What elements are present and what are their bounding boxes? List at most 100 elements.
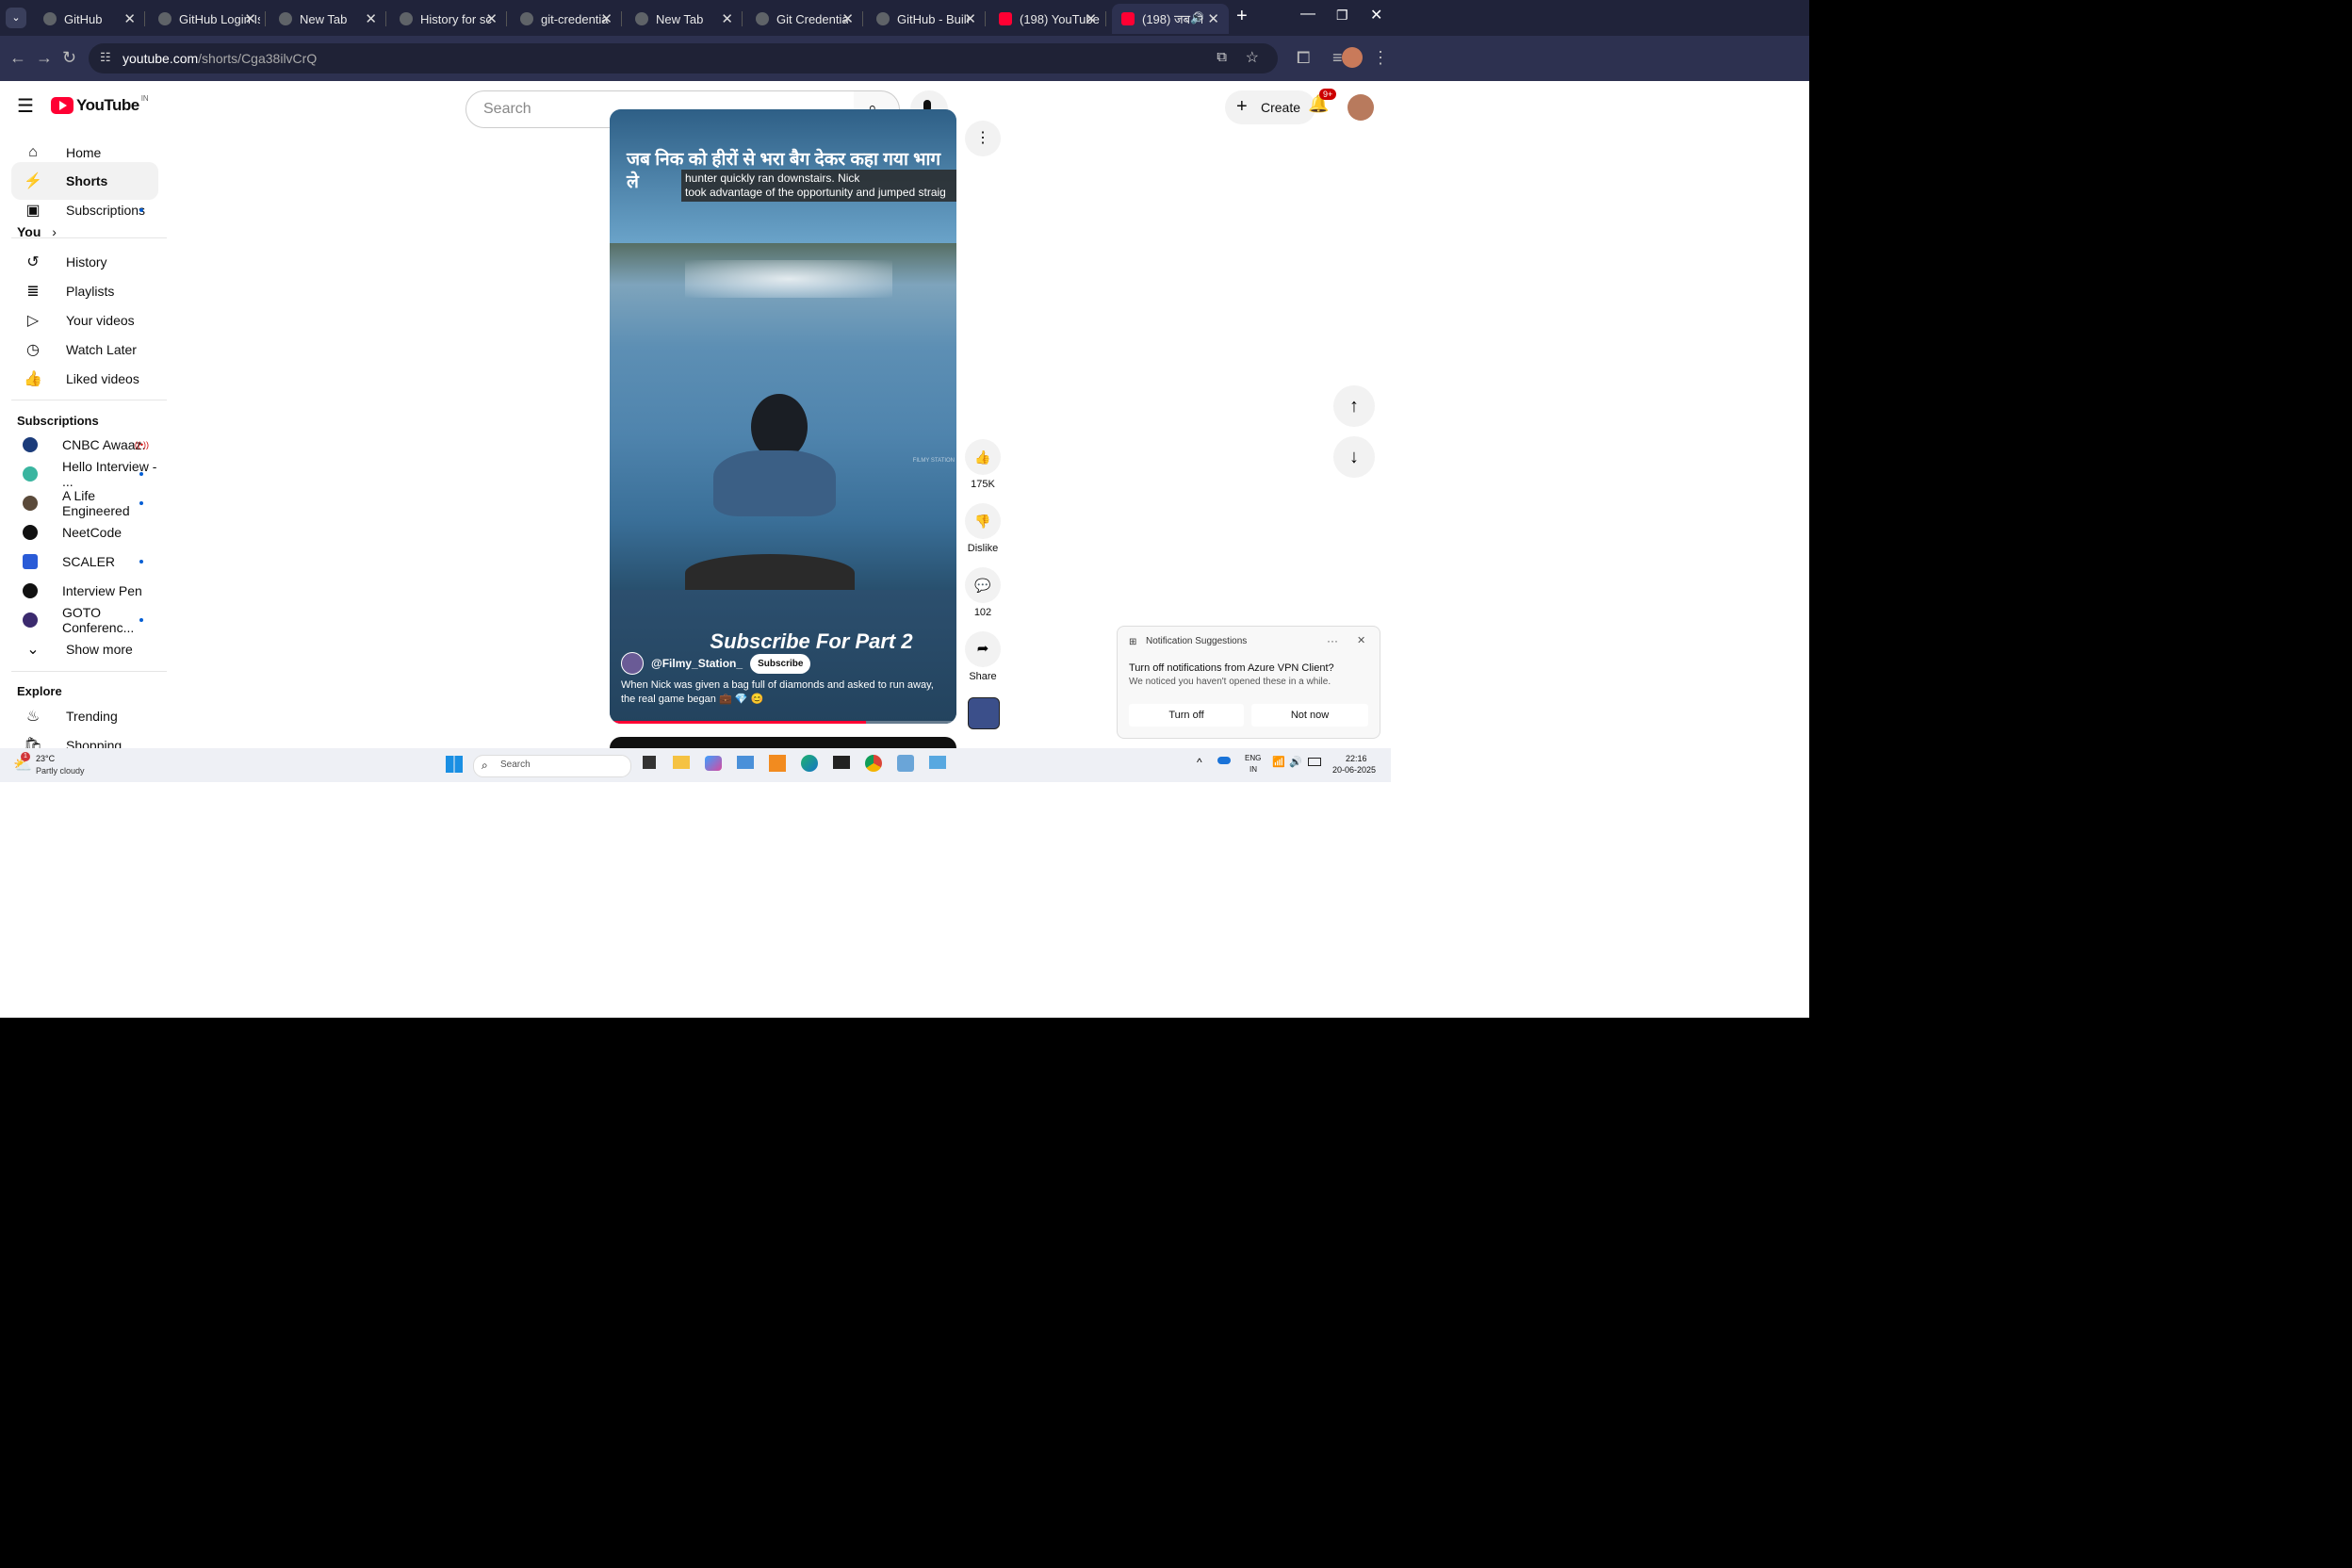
office-app-icon[interactable]	[769, 755, 786, 772]
browser-menu-icon[interactable]: ⋮	[1372, 48, 1389, 68]
extensions-icon[interactable]: ⧠	[1297, 48, 1310, 68]
subscribe-button[interactable]: Subscribe	[750, 653, 811, 674]
browser-tab[interactable]: GitHub ✕	[34, 4, 145, 34]
close-tab-icon[interactable]: ✕	[485, 10, 498, 27]
onedrive-icon[interactable]	[1217, 757, 1231, 764]
wifi-icon[interactable]: 📶	[1272, 756, 1285, 768]
profile-avatar-icon[interactable]	[1342, 47, 1363, 68]
browser-tab[interactable]: (198) YouTube ✕	[989, 4, 1106, 34]
more-options-icon[interactable]: ···	[1327, 634, 1338, 647]
close-tab-icon[interactable]: ✕	[964, 10, 976, 27]
browser-tab[interactable]: git-credential-ma ✕	[511, 4, 622, 34]
caption-box: hunter quickly ran downstairs. Nick took…	[681, 170, 956, 202]
notifications-button[interactable]: 🔔 9+	[1308, 89, 1337, 121]
not-now-button[interactable]: Not now	[1251, 704, 1368, 727]
like-button[interactable]: 👍	[965, 439, 1001, 475]
dislike-label: Dislike	[967, 543, 999, 554]
close-tab-icon[interactable]: ✕	[244, 10, 256, 27]
taskbar-search-input[interactable]: ⌕ Search	[473, 755, 631, 777]
create-button[interactable]: + Create	[1225, 90, 1315, 124]
install-app-icon[interactable]: ⧉	[1217, 49, 1227, 65]
youtube-logo-text: YouTube	[76, 96, 139, 114]
short-video-player[interactable]: जब निक को हीरों से भरा बैग देकर कहा गया …	[610, 109, 956, 724]
close-icon[interactable]: ✕	[1357, 634, 1365, 646]
volume-icon[interactable]: 🔊	[1289, 756, 1302, 768]
forward-icon[interactable]: →	[36, 48, 53, 68]
tab-search-button[interactable]: ⌄	[6, 8, 26, 28]
turn-off-label: Turn off	[1168, 710, 1204, 721]
browser-tab[interactable]: New Tab ✕	[270, 4, 386, 34]
you-header[interactable]: You ›	[17, 224, 57, 239]
restore-button[interactable]: ❐	[1336, 8, 1348, 24]
browser-tab[interactable]: Git Credential Ma ✕	[746, 4, 863, 34]
github-icon	[876, 12, 890, 25]
show-more-button[interactable]: ⌄ Show more	[11, 630, 158, 668]
media-controls-icon[interactable]: ≡	[1332, 48, 1343, 68]
task-view-icon[interactable]	[643, 756, 656, 769]
taskbar-search-placeholder: Search	[500, 760, 531, 770]
close-tab-icon[interactable]: ✕	[1207, 10, 1219, 27]
windows-start-icon[interactable]	[446, 756, 463, 773]
github-icon	[756, 12, 769, 25]
close-tab-icon[interactable]: ✕	[841, 10, 854, 27]
comments-button[interactable]: 💬	[965, 567, 1001, 603]
dislike-button[interactable]: 👎	[965, 503, 1001, 539]
file-explorer-icon[interactable]	[673, 756, 690, 769]
clock-date[interactable]: 20-06-2025	[1332, 765, 1376, 775]
show-hidden-icons-chevron[interactable]: ^	[1197, 756, 1202, 769]
notification-title: Notification Suggestions	[1146, 636, 1248, 646]
back-icon[interactable]: ←	[9, 48, 26, 68]
new-tab-button[interactable]: +	[1236, 6, 1248, 27]
sidebar-item-subscriptions[interactable]: ▣ Subscriptions	[11, 191, 158, 229]
copilot-icon[interactable]	[705, 756, 722, 771]
audio-playing-icon[interactable]: 🔊	[1190, 11, 1204, 24]
github-icon	[400, 12, 413, 25]
comment-icon: 💬	[974, 578, 991, 593]
browser-tab[interactable]: New Tab ✕	[626, 4, 743, 34]
hamburger-menu-icon[interactable]: ☰	[17, 94, 34, 118]
close-tab-icon[interactable]: ✕	[365, 10, 377, 27]
snipping-tool-icon[interactable]	[897, 755, 914, 772]
close-tab-icon[interactable]: ✕	[1085, 10, 1097, 27]
history-icon: ↺	[26, 254, 40, 270]
more-options-button[interactable]: ⋮	[965, 121, 1001, 156]
chrome-icon[interactable]	[865, 755, 882, 772]
language-indicator-bottom[interactable]: IN	[1250, 765, 1257, 774]
new-content-dot	[139, 472, 143, 476]
close-tab-icon[interactable]: ✕	[123, 10, 136, 27]
next-short-button[interactable]: ↓	[1333, 436, 1375, 478]
sidebar-item-liked-videos[interactable]: 👍 Liked videos	[11, 360, 158, 398]
battery-icon[interactable]	[1308, 758, 1321, 766]
clock-time[interactable]: 22:16	[1346, 754, 1367, 763]
close-tab-icon[interactable]: ✕	[721, 10, 733, 27]
url-text: youtube.com/shorts/Cga38ilvCrQ	[122, 51, 318, 66]
account-avatar[interactable]	[1348, 94, 1374, 121]
app-window-icon[interactable]	[737, 756, 754, 769]
browser-tab-active[interactable]: (198) जब निक 🔊 ✕	[1112, 4, 1229, 34]
reload-icon[interactable]: ↻	[62, 48, 76, 68]
channel-handle[interactable]: @Filmy_Station_	[651, 657, 743, 670]
share-button[interactable]: ➦	[965, 631, 1001, 667]
browser-tab[interactable]: History for screen ✕	[390, 4, 507, 34]
language-indicator-top[interactable]: ENG	[1245, 754, 1261, 762]
edge-icon[interactable]	[801, 755, 818, 772]
browser-tab[interactable]: GitHub - Build an ✕	[867, 4, 986, 34]
bookmark-star-icon[interactable]: ☆	[1246, 48, 1259, 67]
site-info-icon[interactable]: ☷	[100, 50, 111, 65]
channel-avatar[interactable]	[621, 652, 644, 675]
progress-track[interactable]	[610, 721, 956, 724]
youtube-logo[interactable]: YouTube IN	[51, 94, 149, 115]
minimize-button[interactable]: —	[1300, 6, 1315, 23]
terminal-icon[interactable]	[833, 756, 850, 769]
url-field[interactable]: ☷ youtube.com/shorts/Cga38ilvCrQ ⧉ ☆	[89, 43, 1278, 74]
close-window-button[interactable]: ✕	[1370, 6, 1382, 24]
close-tab-icon[interactable]: ✕	[600, 10, 612, 27]
remote-desktop-icon[interactable]	[929, 756, 946, 769]
turn-off-button[interactable]: Turn off	[1129, 704, 1244, 727]
youtube-icon	[999, 12, 1012, 25]
weather-widget[interactable]: ⛅ 1 23°C Partly cloudy	[11, 752, 115, 778]
weather-desc: Partly cloudy	[36, 766, 85, 776]
audio-source-thumbnail[interactable]	[968, 697, 1000, 729]
previous-short-button[interactable]: ↑	[1333, 385, 1375, 427]
browser-tab[interactable]: GitHub Login Issu ✕	[149, 4, 266, 34]
